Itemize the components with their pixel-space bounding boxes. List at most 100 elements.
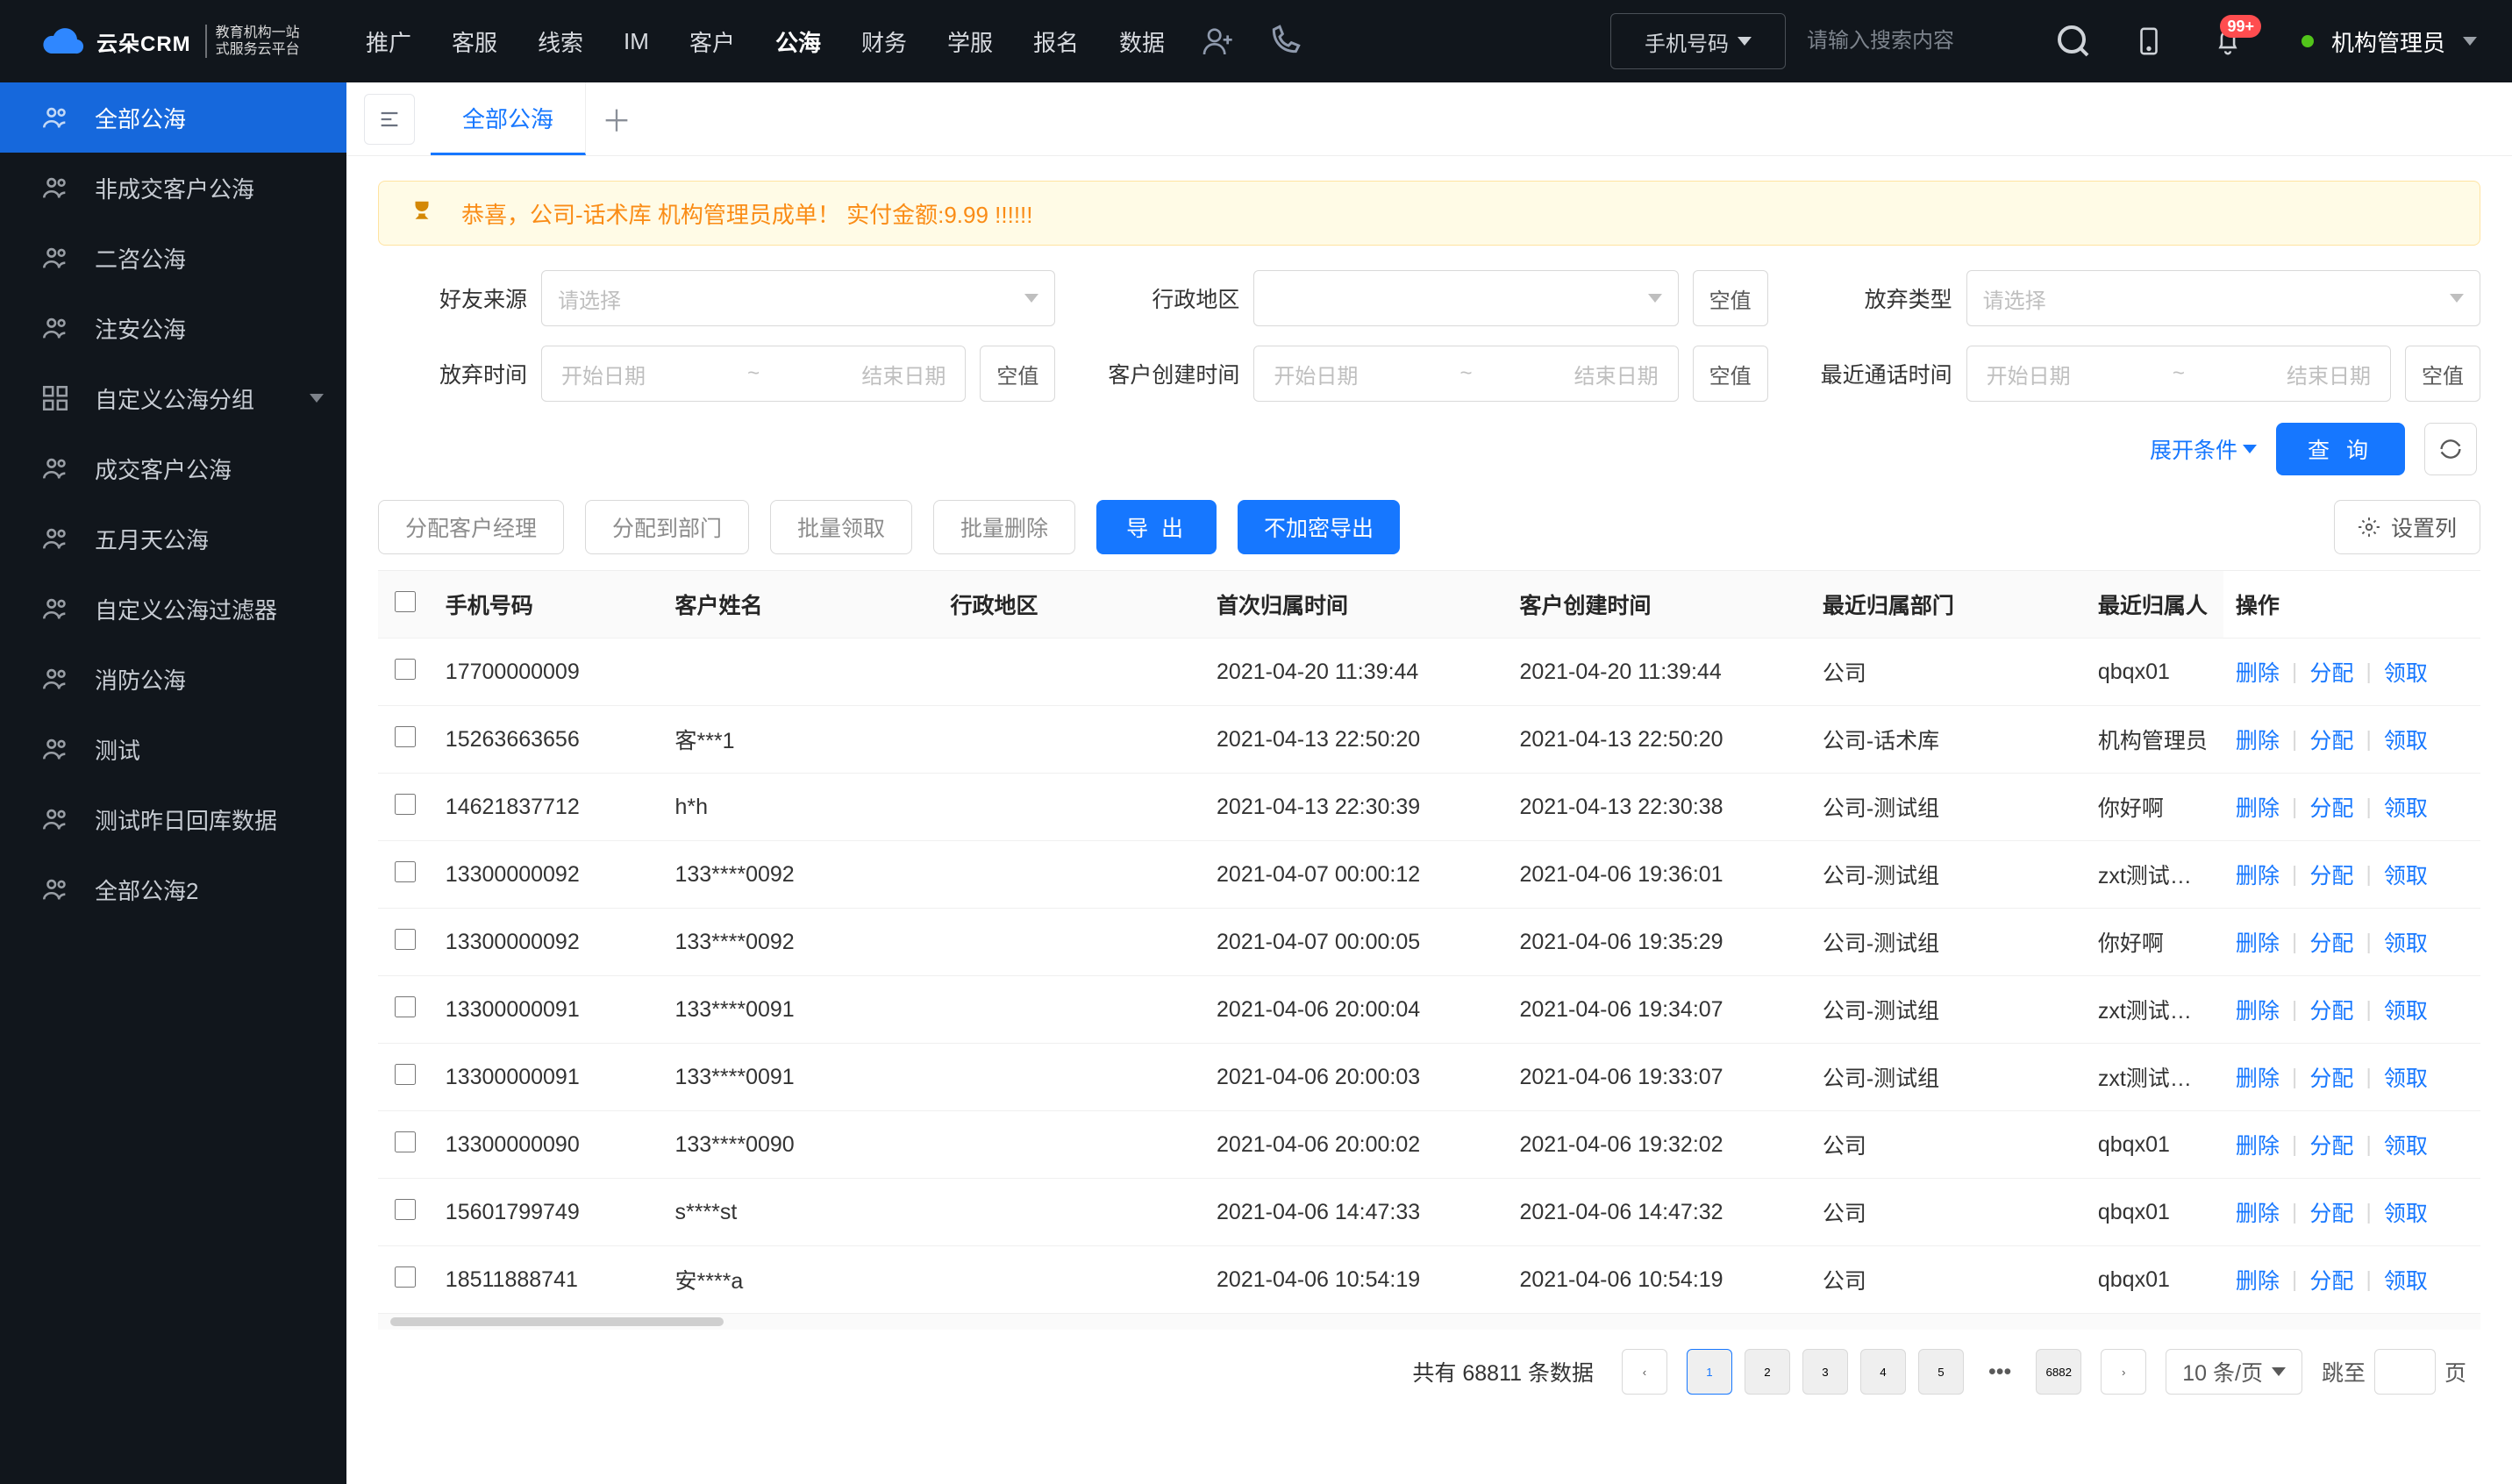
row-delete-link[interactable]: 删除: [2236, 1264, 2280, 1295]
filter-daterange-1[interactable]: 开始日期~结束日期: [1253, 346, 1678, 402]
top-nav-IM[interactable]: IM: [604, 19, 668, 64]
expand-filters-link[interactable]: 展开条件: [2150, 433, 2257, 465]
top-nav-推广[interactable]: 推广: [346, 17, 431, 67]
refresh-button[interactable]: [2424, 423, 2477, 475]
row-checkbox[interactable]: [395, 861, 416, 882]
top-nav-财务[interactable]: 财务: [842, 17, 926, 67]
sidebar-item-8[interactable]: 消防公海: [0, 644, 346, 714]
row-delete-link[interactable]: 删除: [2236, 791, 2280, 823]
filter-select-0[interactable]: 请选择: [541, 270, 1055, 326]
row-checkbox[interactable]: [395, 1131, 416, 1152]
sidebar-item-2[interactable]: 二咨公海: [0, 223, 346, 293]
top-nav-数据[interactable]: 数据: [1100, 17, 1184, 67]
admin-menu[interactable]: 机构管理员: [2301, 25, 2477, 58]
row-checkbox[interactable]: [395, 929, 416, 950]
null-button[interactable]: 空值: [2405, 346, 2480, 402]
bell-icon[interactable]: 99+: [2203, 17, 2252, 66]
filter-select-2[interactable]: 请选择: [1966, 270, 2480, 326]
row-delete-link[interactable]: 删除: [2236, 1129, 2280, 1160]
pagination-page-2[interactable]: 2: [1745, 1349, 1790, 1395]
tab-all-public[interactable]: 全部公海: [431, 82, 586, 155]
top-nav-学服[interactable]: 学服: [928, 17, 1012, 67]
row-assign-link[interactable]: 分配: [2309, 656, 2353, 688]
row-claim-link[interactable]: 领取: [2384, 1264, 2428, 1295]
search-icon[interactable]: [2052, 13, 2095, 69]
sidebar-item-5[interactable]: 成交客户公海: [0, 433, 346, 503]
row-assign-link[interactable]: 分配: [2309, 724, 2353, 755]
search-input[interactable]: [1807, 13, 2052, 69]
set-columns-button[interactable]: 设置列: [2334, 500, 2480, 554]
row-delete-link[interactable]: 删除: [2236, 994, 2280, 1025]
row-checkbox[interactable]: [395, 1199, 416, 1220]
batch-delete-button[interactable]: 批量删除: [933, 500, 1075, 554]
top-nav-客服[interactable]: 客服: [432, 17, 517, 67]
row-claim-link[interactable]: 领取: [2384, 994, 2428, 1025]
top-nav-客户[interactable]: 客户: [670, 17, 754, 67]
row-delete-link[interactable]: 删除: [2236, 859, 2280, 890]
row-claim-link[interactable]: 领取: [2384, 1196, 2428, 1228]
sidebar-item-1[interactable]: 非成交客户公海: [0, 153, 346, 223]
next-page-button[interactable]: ›: [2101, 1349, 2146, 1395]
sidebar-item-9[interactable]: 测试: [0, 714, 346, 784]
row-checkbox[interactable]: [395, 996, 416, 1017]
row-assign-link[interactable]: 分配: [2309, 1264, 2353, 1295]
sidebar-item-7[interactable]: 自定义公海过滤器: [0, 574, 346, 644]
assign-manager-button[interactable]: 分配客户经理: [378, 500, 564, 554]
add-user-icon[interactable]: [1193, 17, 1242, 66]
row-checkbox[interactable]: [395, 726, 416, 747]
row-delete-link[interactable]: 删除: [2236, 724, 2280, 755]
pagination-page-4[interactable]: 4: [1860, 1349, 1906, 1395]
top-nav-公海[interactable]: 公海: [756, 17, 840, 67]
row-checkbox[interactable]: [395, 1266, 416, 1288]
row-claim-link[interactable]: 领取: [2384, 791, 2428, 823]
row-assign-link[interactable]: 分配: [2309, 859, 2353, 890]
row-claim-link[interactable]: 领取: [2384, 656, 2428, 688]
null-button[interactable]: 空值: [1693, 346, 1768, 402]
prev-page-button[interactable]: ‹: [1622, 1349, 1667, 1395]
row-assign-link[interactable]: 分配: [2309, 1061, 2353, 1093]
row-claim-link[interactable]: 领取: [2384, 1129, 2428, 1160]
row-assign-link[interactable]: 分配: [2309, 926, 2353, 958]
sidebar-item-0[interactable]: 全部公海: [0, 82, 346, 153]
null-button[interactable]: 空值: [980, 346, 1055, 402]
row-delete-link[interactable]: 删除: [2236, 1061, 2280, 1093]
top-nav-报名[interactable]: 报名: [1014, 17, 1098, 67]
export-plain-button[interactable]: 不加密导出: [1238, 500, 1400, 554]
row-delete-link[interactable]: 删除: [2236, 656, 2280, 688]
assign-dept-button[interactable]: 分配到部门: [585, 500, 749, 554]
row-checkbox[interactable]: [395, 1064, 416, 1085]
pagination-last-page[interactable]: 6882: [2036, 1349, 2081, 1395]
filter-select-1[interactable]: [1253, 270, 1678, 326]
filter-daterange-2[interactable]: 开始日期~结束日期: [1966, 346, 2391, 402]
row-claim-link[interactable]: 领取: [2384, 724, 2428, 755]
pagination-page-5[interactable]: 5: [1918, 1349, 1964, 1395]
row-checkbox[interactable]: [395, 794, 416, 815]
sidebar-item-11[interactable]: 全部公海2: [0, 854, 346, 924]
search-type-select[interactable]: 手机号码: [1610, 13, 1786, 69]
row-assign-link[interactable]: 分配: [2309, 1129, 2353, 1160]
row-delete-link[interactable]: 删除: [2236, 1196, 2280, 1228]
sidebar-item-4[interactable]: 自定义公海分组: [0, 363, 346, 433]
mobile-icon[interactable]: [2124, 17, 2173, 66]
sidebar-item-10[interactable]: 测试昨日回库数据: [0, 784, 346, 854]
row-assign-link[interactable]: 分配: [2309, 791, 2353, 823]
page-jump-input[interactable]: [2374, 1349, 2436, 1395]
pagination-page-3[interactable]: 3: [1802, 1349, 1848, 1395]
add-tab-button[interactable]: ＋: [586, 97, 647, 140]
query-button[interactable]: 查 询: [2276, 423, 2405, 475]
call-icon[interactable]: [1260, 17, 1309, 66]
horizontal-scrollbar[interactable]: [378, 1314, 2480, 1330]
row-claim-link[interactable]: 领取: [2384, 1061, 2428, 1093]
row-checkbox[interactable]: [395, 659, 416, 680]
null-button[interactable]: 空值: [1693, 270, 1768, 326]
row-claim-link[interactable]: 领取: [2384, 926, 2428, 958]
export-button[interactable]: 导 出: [1096, 500, 1217, 554]
top-nav-线索[interactable]: 线索: [518, 17, 603, 67]
batch-claim-button[interactable]: 批量领取: [770, 500, 912, 554]
sidebar-item-6[interactable]: 五月天公海: [0, 503, 346, 574]
pagination-page-1[interactable]: 1: [1687, 1349, 1732, 1395]
row-claim-link[interactable]: 领取: [2384, 859, 2428, 890]
toggle-sidebar-button[interactable]: [364, 94, 415, 145]
select-all-checkbox[interactable]: [395, 591, 416, 612]
row-assign-link[interactable]: 分配: [2309, 994, 2353, 1025]
